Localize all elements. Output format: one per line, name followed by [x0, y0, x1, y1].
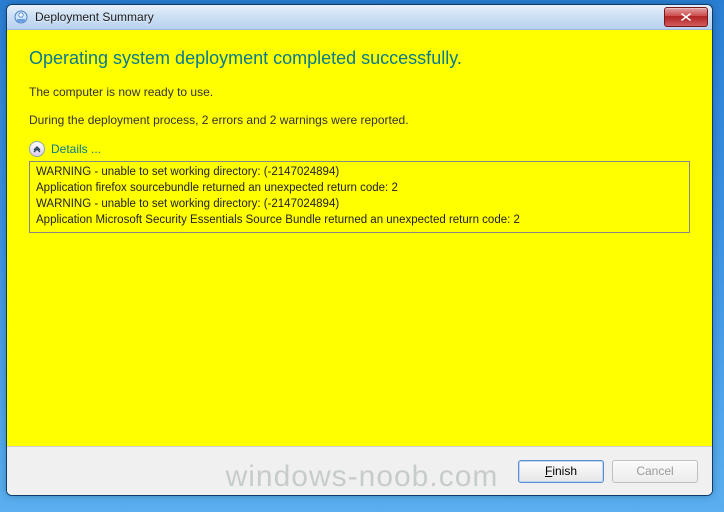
close-button[interactable] — [664, 7, 708, 27]
close-icon — [681, 13, 691, 21]
details-box: WARNING - unable to set working director… — [29, 161, 690, 233]
headline: Operating system deployment completed su… — [29, 48, 690, 69]
deployment-summary-window: Deployment Summary Operating system depl… — [6, 4, 713, 496]
summary-panel: Operating system deployment completed su… — [7, 30, 712, 446]
log-line: Application Microsoft Security Essential… — [36, 212, 683, 228]
ready-text: The computer is now ready to use. — [29, 85, 690, 99]
button-bar: Finish Cancel — [7, 446, 712, 495]
desktop-background: Deployment Summary Operating system depl… — [0, 0, 724, 512]
details-label: Details ... — [51, 142, 101, 156]
content-area: Operating system deployment completed su… — [7, 30, 712, 495]
titlebar[interactable]: Deployment Summary — [7, 5, 712, 30]
chevron-up-icon — [29, 141, 45, 157]
cancel-label: Cancel — [636, 464, 673, 478]
cancel-button: Cancel — [612, 460, 698, 483]
log-line: WARNING - unable to set working director… — [36, 164, 683, 180]
finish-button[interactable]: Finish — [518, 460, 604, 483]
details-toggle[interactable]: Details ... — [29, 141, 101, 157]
log-line: Application firefox sourcebundle returne… — [36, 180, 683, 196]
finish-label: Finish — [545, 464, 577, 478]
error-report-text: During the deployment process, 2 errors … — [29, 113, 690, 127]
log-line: WARNING - unable to set working director… — [36, 196, 683, 212]
window-title: Deployment Summary — [35, 10, 664, 24]
app-icon — [13, 9, 29, 25]
